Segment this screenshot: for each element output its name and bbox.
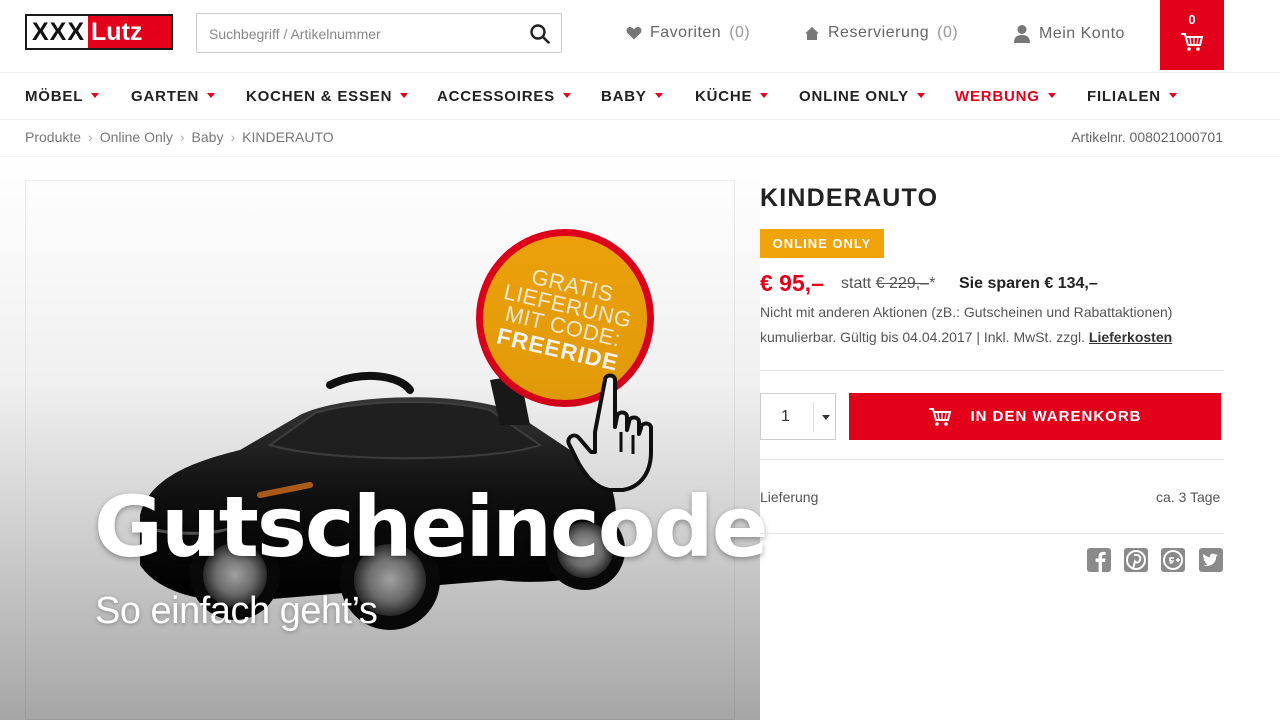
nav-item-label: KOCHEN & ESSEN [246,88,393,105]
old-price-block: statt € 229,–* [841,275,935,293]
nav-item-moebel[interactable]: MÖBEL [25,88,100,105]
nav-item-label: FILIALEN [1087,88,1161,105]
add-to-cart-label: IN DEN WARENKORB [970,408,1142,425]
shopping-cart-icon [1181,33,1204,51]
breadcrumb-item[interactable]: Produkte [25,129,81,145]
caret-down-icon [654,92,663,98]
logo-part-xxx: XXX [27,16,89,48]
nav-item-garten[interactable]: GARTEN [131,88,216,105]
google-plus-icon[interactable] [1160,547,1186,573]
nav-item-accessoires[interactable]: ACCESSOIRES [437,88,571,105]
promo-note-line-2: kumulierbar. Gültig bis 04.04.2017 | Ink… [760,329,1172,345]
nav-item-kochen-essen[interactable]: KOCHEN & ESSEN [246,88,409,105]
lieferkosten-link[interactable]: Lieferkosten [1089,329,1172,345]
nav-item-label: ONLINE ONLY [799,88,909,105]
reservation-count: (0) [937,24,959,41]
overlay-subline: So einfach geht’s [95,590,378,632]
breadcrumb-separator: › [88,129,93,145]
delivery-value: ca. 3 Tage [1156,489,1221,505]
caret-down-icon [207,92,216,98]
breadcrumb-item[interactable]: Baby [192,129,224,145]
nav-item-label: BABY [601,88,647,105]
twitter-icon[interactable] [1198,547,1224,573]
favorites-count: (0) [729,24,751,41]
quantity-select[interactable]: 1 [760,393,836,440]
nav-item-label: ACCESSOIRES [437,88,555,105]
reservation-label: Reservierung [828,24,930,41]
search-icon[interactable] [529,23,551,45]
site-header: XXX Lutz Favoriten (0) Reservierung (0) … [0,0,1280,70]
cart-count: 0 [1188,12,1196,27]
article-number: Artikelnr. 008021000701 [1071,129,1223,145]
divider [760,459,1224,460]
nav-item-baby[interactable]: BABY [601,88,663,105]
breadcrumb-separator: › [230,129,236,145]
nav-item-label: KÜCHE [695,88,753,105]
nav-item-label: WERBUNG [955,88,1040,105]
old-price-suffix: * [929,275,936,292]
product-price: € 95,– [760,270,824,296]
promo-note-line-1: Nicht mit anderen Aktionen (zB.: Gutsche… [760,304,1173,320]
overlay-headline: Gutscheincode [94,478,769,576]
account-link[interactable]: Mein Konto [1013,24,1125,44]
home-icon [805,26,819,40]
online-only-badge: ONLINE ONLY [760,229,884,258]
divider [0,156,1280,157]
nav-item-label: GARTEN [131,88,200,105]
quantity-value: 1 [781,408,790,425]
add-to-cart-button[interactable]: IN DEN WARENKORB [849,393,1221,440]
nav-item-werbung[interactable]: WERBUNG [955,88,1056,105]
nav-item-filialen[interactable]: FILIALEN [1087,88,1177,105]
xxxlutz-logo[interactable]: XXX Lutz [25,14,173,50]
main-navigation: MÖBEL GARTEN KOCHEN & ESSEN ACCESSOIRES … [0,72,1280,120]
breadcrumb-item-current: KINDERAUTO [242,129,334,145]
caret-down-icon [91,92,100,98]
nav-item-kueche[interactable]: KÜCHE [695,88,769,105]
caret-down-icon [1047,92,1056,98]
search-box [196,13,562,53]
logo-part-lutz: Lutz [88,16,171,48]
divider [760,533,1224,534]
caret-down-icon [563,92,571,98]
search-input[interactable] [207,22,521,46]
chevron-down-icon [822,415,830,420]
favorites-label: Favoriten [650,24,722,41]
caret-down-icon [1168,92,1177,98]
statt-label: statt [841,275,872,292]
shopping-cart-icon [929,407,952,426]
product-title: KINDERAUTO [760,184,939,212]
pinterest-icon[interactable] [1123,547,1149,573]
breadcrumb-item[interactable]: Online Only [100,129,173,145]
account-label: Mein Konto [1039,25,1125,42]
heart-icon [626,26,642,40]
user-icon [1014,25,1030,43]
nav-item-online-only[interactable]: ONLINE ONLY [799,88,925,105]
breadcrumb: Produkte › Online Only › Baby › KINDERAUTO [25,129,334,145]
old-price: € 229,– [875,275,930,292]
divider [760,370,1224,371]
facebook-icon[interactable] [1086,547,1112,573]
favorites-link[interactable]: Favoriten (0) [626,24,750,42]
caret-down-icon [916,92,925,98]
caret-down-icon [760,92,769,98]
cart-button[interactable]: 0 [1160,0,1224,70]
nav-item-label: MÖBEL [25,88,84,105]
promo-note-text: kumulierbar. Gültig bis 04.04.2017 | Ink… [760,329,1086,345]
breadcrumb-separator: › [179,129,185,145]
reservation-link[interactable]: Reservierung (0) [804,24,958,42]
delivery-label: Lieferung [760,489,819,505]
divider [813,402,814,432]
savings-text: Sie sparen € 134,– [959,275,1098,292]
caret-down-icon [400,92,409,98]
